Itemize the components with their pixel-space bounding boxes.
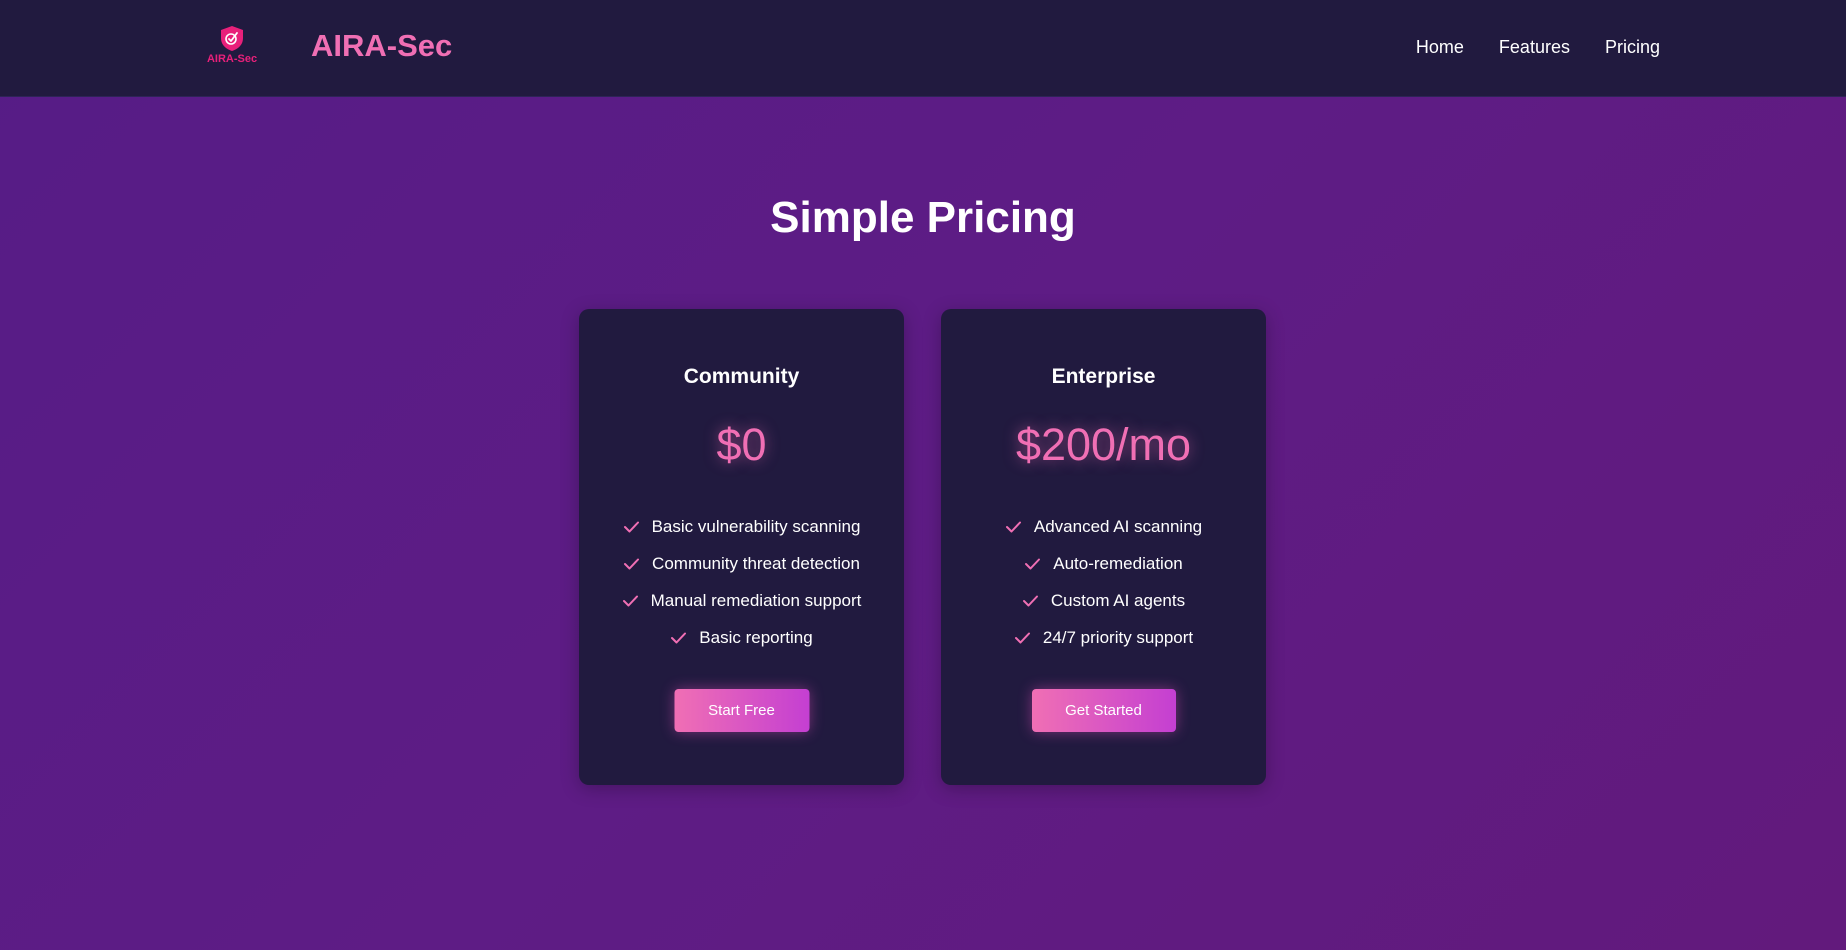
check-icon <box>622 591 639 611</box>
nav-item-home[interactable]: Home <box>1416 37 1464 58</box>
feature-item: Community threat detection <box>579 554 904 591</box>
feature-label: Community threat detection <box>652 554 860 573</box>
feature-label: Basic reporting <box>699 628 813 647</box>
feature-item: Basic vulnerability scanning <box>579 517 904 554</box>
brand-title[interactable]: AIRA-Sec <box>311 28 452 64</box>
feature-label: Manual remediation support <box>650 591 862 610</box>
feature-label: Advanced AI scanning <box>1033 517 1203 536</box>
nav-item-pricing[interactable]: Pricing <box>1605 37 1660 58</box>
check-icon <box>623 517 640 537</box>
nav-item-features[interactable]: Features <box>1499 37 1570 58</box>
start-free-button[interactable]: Start Free <box>674 689 809 732</box>
plan-price: $200/mo <box>1015 419 1192 470</box>
check-icon <box>1014 628 1031 648</box>
check-icon <box>1005 517 1022 537</box>
feature-list: Advanced AI scanning Auto-remediation Cu… <box>941 517 1266 665</box>
feature-item: Advanced AI scanning <box>941 517 1266 554</box>
feature-label: Custom AI agents <box>1050 591 1186 610</box>
check-icon <box>1024 554 1041 574</box>
plan-name: Enterprise <box>1051 365 1156 388</box>
get-started-button[interactable]: Get Started <box>1031 689 1176 732</box>
feature-item: Custom AI agents <box>941 591 1266 628</box>
check-icon <box>623 554 640 574</box>
feature-item: Auto-remediation <box>941 554 1266 591</box>
check-icon <box>1022 591 1039 611</box>
pricing-card-enterprise: Enterprise $200/mo Advanced AI scanning … <box>941 309 1266 785</box>
logo-text: AIRA-Sec <box>206 53 258 65</box>
feature-label: Auto-remediation <box>1053 554 1183 573</box>
plan-price: $0 <box>716 419 767 470</box>
page-title: Simple Pricing <box>770 193 1076 242</box>
site-header: AIRA-Sec AIRA-Sec Home Features Pricing <box>0 0 1846 97</box>
pricing-card-community: Community $0 Basic vulnerability scannin… <box>579 309 904 785</box>
logo[interactable]: AIRA-Sec <box>200 24 264 72</box>
feature-item: Manual remediation support <box>579 591 904 628</box>
feature-item: 24/7 priority support <box>941 628 1266 665</box>
plan-name: Community <box>683 365 800 388</box>
feature-list: Basic vulnerability scanning Community t… <box>579 517 904 665</box>
feature-item: Basic reporting <box>579 628 904 665</box>
feature-label: Basic vulnerability scanning <box>651 517 861 536</box>
check-icon <box>670 628 687 648</box>
shield-logo-icon <box>221 26 243 51</box>
feature-label: 24/7 priority support <box>1042 628 1194 647</box>
main-nav: Home Features Pricing <box>1416 37 1660 58</box>
